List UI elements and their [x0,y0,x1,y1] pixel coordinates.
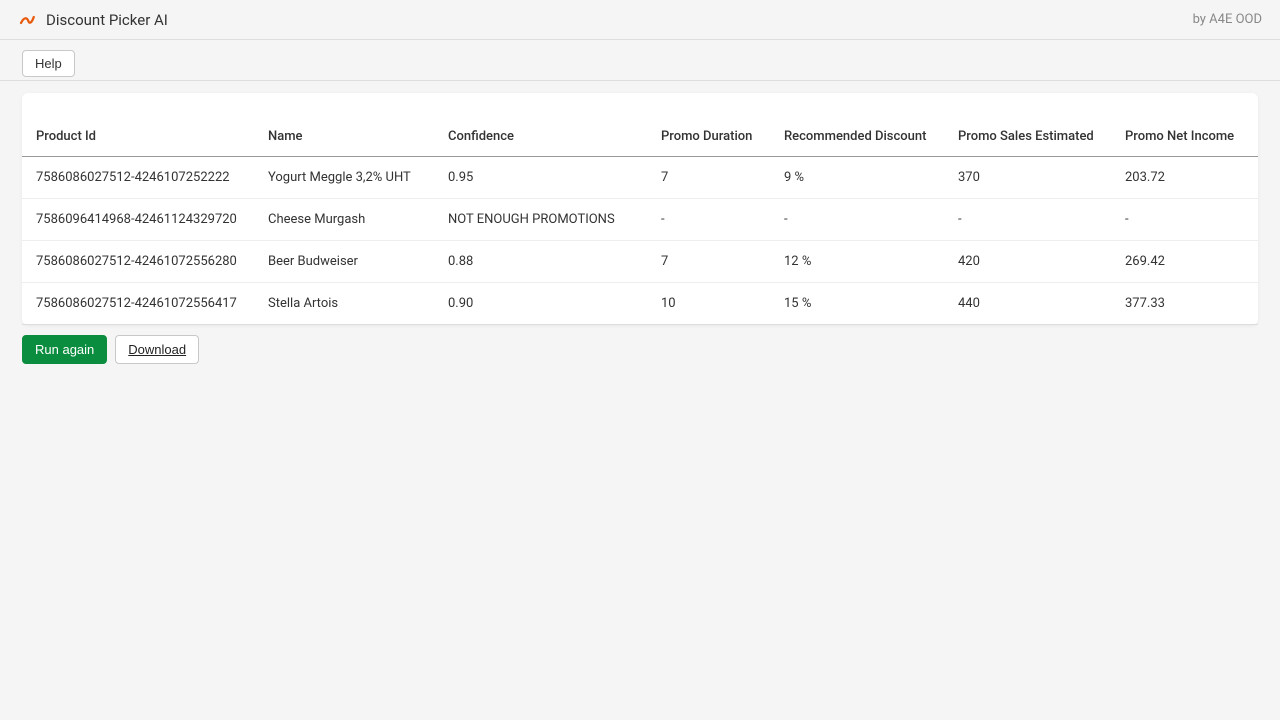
cell-promo-duration: 10 [647,283,770,325]
col-header-recommended-discount: Recommended Discount [770,117,944,157]
cell-name: Cheese Murgash [254,199,434,241]
col-header-promo-net-income: Promo Net Income [1111,117,1258,157]
results-card: Product Id Name Confidence Promo Duratio… [22,93,1258,325]
app-logo-icon [18,11,36,29]
cell-product-id: 7586096414968-42461124329720 [22,199,254,241]
cell-name: Beer Budweiser [254,241,434,283]
cell-name: Yogurt Meggle 3,2% UHT [254,157,434,199]
cell-promo-sales: 370 [944,157,1111,199]
app-header: Discount Picker AI by A4E OOD [0,0,1280,40]
cell-recommended-discount: 9 % [770,157,944,199]
results-table: Product Id Name Confidence Promo Duratio… [22,117,1258,325]
table-row[interactable]: 7586086027512-4246107252222Yogurt Meggle… [22,157,1258,199]
cell-promo-net-income: 377.33 [1111,283,1258,325]
toolbar: Help [0,40,1280,81]
download-button[interactable]: Download [115,335,199,364]
cell-confidence: 0.88 [434,241,647,283]
cell-promo-sales: 420 [944,241,1111,283]
cell-promo-sales: - [944,199,1111,241]
cell-product-id: 7586086027512-42461072556417 [22,283,254,325]
cell-confidence: NOT ENOUGH PROMOTIONS [434,199,647,241]
col-header-promo-sales: Promo Sales Estimated [944,117,1111,157]
cell-promo-net-income: - [1111,199,1258,241]
cell-recommended-discount: - [770,199,944,241]
cell-recommended-discount: 15 % [770,283,944,325]
col-header-confidence: Confidence [434,117,647,157]
cell-confidence: 0.95 [434,157,647,199]
cell-promo-duration: 7 [647,241,770,283]
col-header-name: Name [254,117,434,157]
cell-product-id: 7586086027512-42461072556280 [22,241,254,283]
table-row[interactable]: 7586086027512-42461072556280Beer Budweis… [22,241,1258,283]
header-left: Discount Picker AI [18,11,168,29]
table-row[interactable]: 7586086027512-42461072556417Stella Artoi… [22,283,1258,325]
cell-confidence: 0.90 [434,283,647,325]
header-byline: by A4E OOD [1193,12,1262,27]
cell-promo-net-income: 203.72 [1111,157,1258,199]
cell-promo-net-income: 269.42 [1111,241,1258,283]
cell-promo-duration: - [647,199,770,241]
help-button[interactable]: Help [22,50,75,77]
app-title: Discount Picker AI [46,11,168,29]
cell-promo-duration: 7 [647,157,770,199]
cell-product-id: 7586086027512-4246107252222 [22,157,254,199]
cell-promo-sales: 440 [944,283,1111,325]
main-content: Product Id Name Confidence Promo Duratio… [0,81,1280,376]
cell-recommended-discount: 12 % [770,241,944,283]
table-header-row: Product Id Name Confidence Promo Duratio… [22,117,1258,157]
col-header-product-id: Product Id [22,117,254,157]
cell-name: Stella Artois [254,283,434,325]
col-header-promo-duration: Promo Duration [647,117,770,157]
table-row[interactable]: 7586096414968-42461124329720Cheese Murga… [22,199,1258,241]
run-again-button[interactable]: Run again [22,335,107,364]
action-bar: Run again Download [22,335,1258,364]
